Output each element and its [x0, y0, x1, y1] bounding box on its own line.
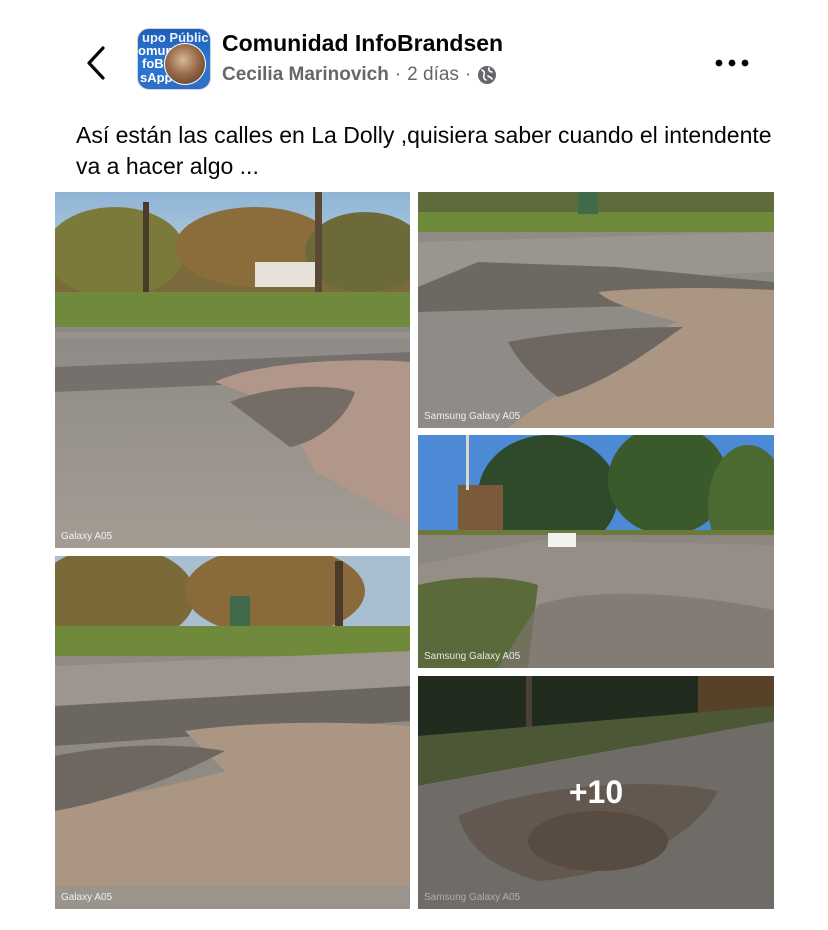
- street-puddle-photo: [55, 556, 410, 909]
- avatar-photo: [164, 43, 206, 85]
- more-dots-icon: [715, 59, 749, 67]
- group-avatar[interactable]: upo Públic omunid foBr sApp: [137, 28, 211, 90]
- post-text: Así están las calles en La Dolly ,quisie…: [76, 122, 772, 179]
- more-options-button[interactable]: [706, 48, 758, 78]
- post-photo[interactable]: Samsung Galaxy A05: [418, 192, 774, 428]
- globe-icon: [478, 66, 497, 84]
- photo-caption: Galaxy A05: [61, 892, 113, 903]
- post-photo[interactable]: Galaxy A05: [55, 192, 410, 548]
- photo-caption: Galaxy A05: [61, 531, 113, 542]
- avatar-text-line: upo Públic: [142, 31, 209, 44]
- more-photos-tile[interactable]: Samsung Galaxy A05 +10: [418, 676, 774, 909]
- group-name[interactable]: Comunidad InfoBrandsen: [222, 30, 503, 57]
- author-name[interactable]: Cecilia Marinovich: [222, 64, 389, 86]
- more-photos-count: +10: [418, 676, 774, 909]
- post-photo[interactable]: Galaxy A05: [55, 556, 410, 909]
- back-button[interactable]: [78, 42, 114, 84]
- post-photo[interactable]: Samsung Galaxy A05: [418, 435, 774, 668]
- photo-caption: Samsung Galaxy A05: [424, 651, 521, 662]
- photo-caption: Samsung Galaxy A05: [424, 411, 521, 422]
- post-meta: Cecilia Marinovich · 2 días ·: [222, 64, 497, 86]
- street-puddle-photo: [55, 192, 410, 548]
- chevron-left-icon: [87, 46, 105, 80]
- meta-separator: ·: [464, 64, 472, 85]
- street-puddle-photo: [418, 192, 774, 428]
- post-time[interactable]: 2 días: [407, 64, 459, 86]
- street-trees-photo: [418, 435, 774, 668]
- meta-separator: ·: [394, 64, 402, 85]
